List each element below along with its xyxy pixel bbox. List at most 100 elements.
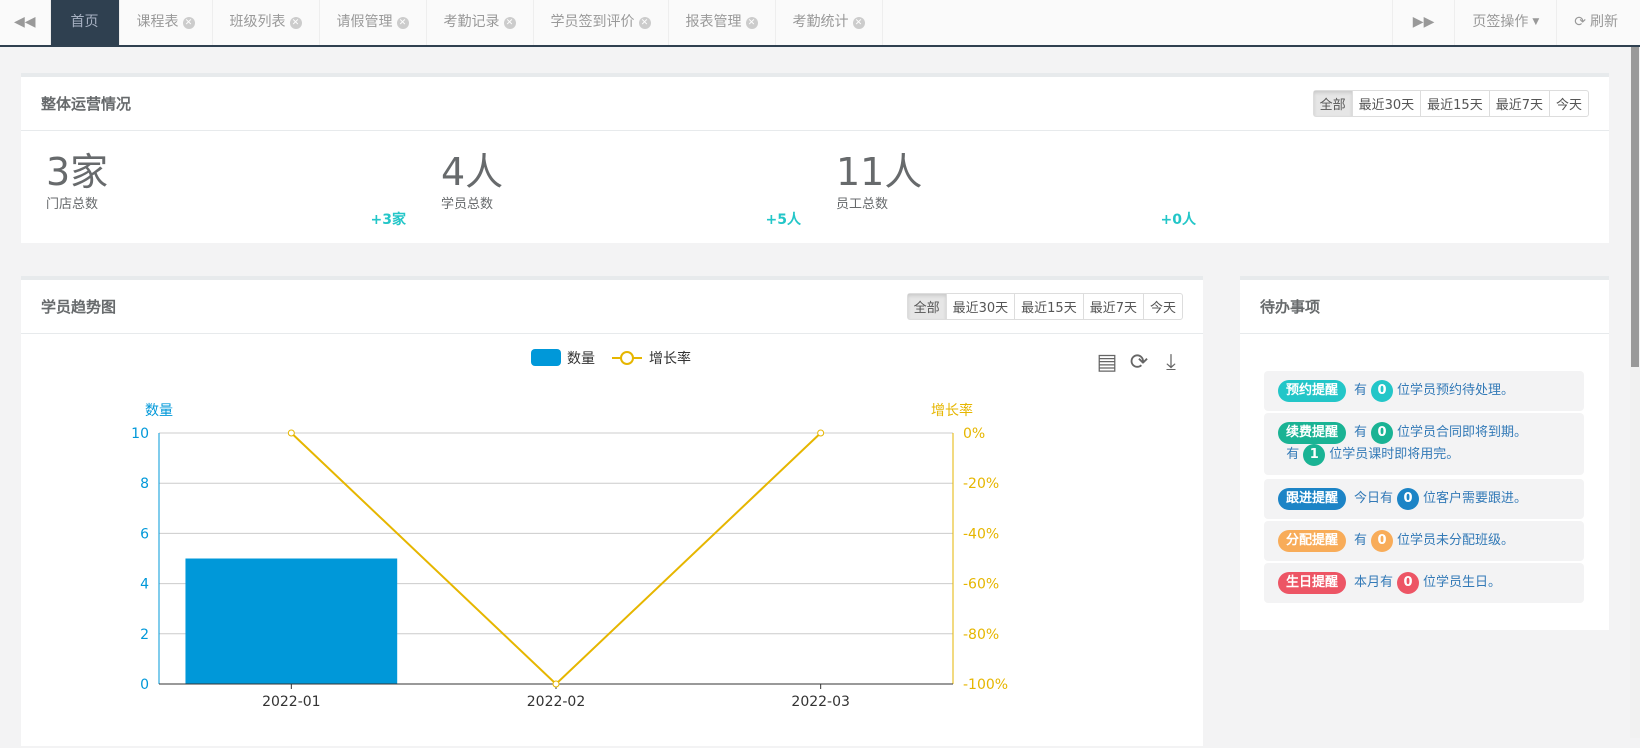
overview-range-group: 全部 最近30天 最近15天 最近7天 今天 (1312, 90, 1589, 117)
todo-text: 本月有 (1354, 575, 1394, 590)
todo-tag: 分配提醒 (1278, 530, 1347, 552)
stat-card: 3家 门店总数 +3家 (46, 150, 406, 228)
todo-count: 0 (1397, 488, 1420, 510)
range-option[interactable]: 今天 (1548, 91, 1588, 116)
tab-6[interactable]: 报表管理 ✕ (669, 0, 776, 45)
tab-3[interactable]: 请假管理 ✕ (320, 0, 427, 45)
trend-panel: 学员趋势图 全部 最近30天 最近15天 最近7天 今天 0 -100% 2 -80% 4 -60%… (21, 276, 1203, 746)
tab-7[interactable]: 考勤统计 ✕ (776, 0, 883, 45)
save-image-icon[interactable]: ⤓ (1166, 350, 1176, 375)
legend-bar-swatch (531, 349, 561, 366)
range-option[interactable]: 最近15天 (1014, 294, 1083, 319)
range-option[interactable]: 全部 (907, 294, 946, 319)
legend-label: 增长率 (649, 350, 691, 367)
todo-item[interactable]: 生日提醒 本月有 0 位学员生日。 (1264, 563, 1584, 603)
todo-text: 有 (1354, 533, 1368, 548)
close-tab-icon[interactable]: ✕ (638, 16, 651, 29)
y-right-tick: -40% (963, 526, 999, 542)
stat-label: 学员总数 (441, 197, 494, 212)
bar (185, 558, 398, 684)
todo-text: 位学员预约待处理。 (1397, 383, 1515, 398)
refresh-label: 刷新 (1590, 14, 1618, 30)
todo-tag: 生日提醒 (1278, 572, 1347, 594)
trend-range-group: 全部 最近30天 最近15天 最近7天 今天 (906, 293, 1183, 320)
tab-operations-dropdown[interactable]: 页签操作 ▼ (1455, 0, 1558, 45)
range-option[interactable]: 全部 (1313, 91, 1352, 116)
stat-label: 员工总数 (836, 197, 889, 212)
tab-bar: ◀◀ 首页 课程表 ✕ 班级列表 ✕ 请假管理 ✕ 考勤记录 ✕ 学员签到评价 ✕ 报表管理 ✕ 考勤统计… (0, 0, 1640, 47)
close-tab-icon[interactable]: ✕ (852, 16, 865, 29)
scrollbar[interactable] (1630, 47, 1640, 738)
scroll-tabs-right-button[interactable]: ▶▶ (1391, 0, 1456, 45)
growth-point (552, 680, 560, 688)
overview-panel: 整体运营情况 全部 最近30天 最近15天 最近7天 今天 3家 门店总数 +3家 4人学员总数… (21, 73, 1609, 243)
todo-text: 有 (1286, 447, 1300, 462)
tab-1[interactable]: 课程表 ✕ (120, 0, 213, 45)
refresh-icon: ⟳ (1574, 14, 1586, 30)
stat-value: 4人 (441, 150, 504, 194)
tab-2[interactable]: 班级列表 ✕ (213, 0, 320, 45)
todo-count: 0 (1371, 380, 1394, 402)
range-option[interactable]: 最近7天 (1488, 91, 1549, 116)
range-option[interactable]: 今天 (1142, 294, 1182, 319)
x-tick-label: 2022-03 (791, 694, 850, 710)
todo-panel: 待办事项 预约提醒有 0 位学员预约待处理。 续费提醒有 0 位学员合同即将到期。 有1位… (1240, 276, 1609, 630)
todo-count: 0 (1371, 422, 1394, 444)
y-left-tick: 4 (140, 577, 149, 593)
scroll-tabs-left-button[interactable]: ◀◀ (0, 0, 51, 45)
trend-chart: 0 -100%2 -80%4 -60%6 -40%8 -20%10 0%数量 增长率2022-… (131, 349, 1176, 710)
range-option[interactable]: 最近30天 (945, 294, 1015, 319)
data-view-icon[interactable]: ▤ (1097, 350, 1118, 375)
tab-4[interactable]: 考勤记录 ✕ (427, 0, 534, 45)
range-option[interactable]: 最近30天 (1351, 91, 1421, 116)
close-tab-icon[interactable]: ✕ (396, 16, 409, 29)
refresh-button[interactable]: ⟳ 刷新 (1557, 0, 1640, 45)
stat-value: 3家 (46, 150, 109, 194)
stat-delta: +0人 (1160, 212, 1196, 228)
todo-text: 位学员生日。 (1423, 575, 1502, 590)
tab-label: 报表管理 (685, 14, 742, 30)
todo-text: 位学员课时即将用完。 (1329, 447, 1460, 462)
tab-label: 班级列表 (229, 14, 286, 30)
range-option[interactable]: 最近15天 (1420, 91, 1489, 116)
todo-tag: 续费提醒 (1278, 422, 1347, 444)
todo-item[interactable]: 续费提醒有 0 位学员合同即将到期。 有 1 位学员课时即将用完。 (1264, 413, 1584, 475)
todo-item[interactable]: 跟进提醒 今日有 0 位客户需要跟进。 (1264, 479, 1584, 519)
todo-count: 0 (1371, 530, 1394, 552)
todo-title: 待办事项 (1260, 298, 1321, 316)
close-tab-icon[interactable]: ✕ (745, 16, 758, 29)
legend-line-marker (620, 351, 634, 365)
tab-label: 课程表 (136, 14, 179, 30)
todo-item[interactable]: 预约提醒有 0 位学员预约待处理。 (1264, 371, 1584, 411)
todo-item[interactable]: 分配提醒有 0 位学员未分配班级。 (1264, 521, 1584, 561)
x-tick-label: 2022-01 (262, 694, 321, 710)
stat-card: 4人 学员总数 +5人 (441, 150, 801, 228)
todo-text: 位学员未分配班级。 (1397, 533, 1515, 548)
y-left-name: 数量 (145, 403, 173, 419)
tab-label: 学员签到评价 (550, 14, 635, 30)
stat-delta: +3家 (370, 212, 406, 228)
close-tab-icon[interactable]: ✕ (503, 16, 516, 29)
y-left-tick: 8 (140, 476, 149, 492)
range-option[interactable]: 最近7天 (1082, 294, 1143, 319)
todo-text: 今日有 (1354, 491, 1394, 506)
tab-label: 考勤记录 (443, 14, 500, 30)
todo-count: 0 (1397, 572, 1420, 594)
scrollbar-thumb[interactable] (1631, 47, 1639, 367)
y-right-tick: -20% (963, 476, 999, 492)
tab-0[interactable]: 首页 (50, 0, 120, 45)
restore-icon[interactable]: ⟳ (1130, 350, 1148, 375)
close-tab-icon[interactable]: ✕ (289, 16, 302, 29)
overview-title: 整体运营情况 (41, 95, 132, 113)
todo-tag: 预约提醒 (1278, 380, 1347, 402)
y-right-tick: -80% (963, 627, 999, 643)
y-left-tick: 2 (140, 627, 149, 643)
x-tick-label: 2022-02 (527, 694, 586, 710)
todo-text: 有 (1354, 425, 1368, 440)
tab-5[interactable]: 学员签到评价 ✕ (534, 0, 669, 45)
stat-card: 11人 员工总数 +0人 (836, 151, 1196, 228)
y-right-tick: -100% (963, 677, 1008, 693)
close-tab-icon[interactable]: ✕ (182, 16, 195, 29)
todo-text: 位学员合同即将到期。 (1397, 425, 1528, 440)
y-right-tick: 0% (963, 426, 985, 442)
